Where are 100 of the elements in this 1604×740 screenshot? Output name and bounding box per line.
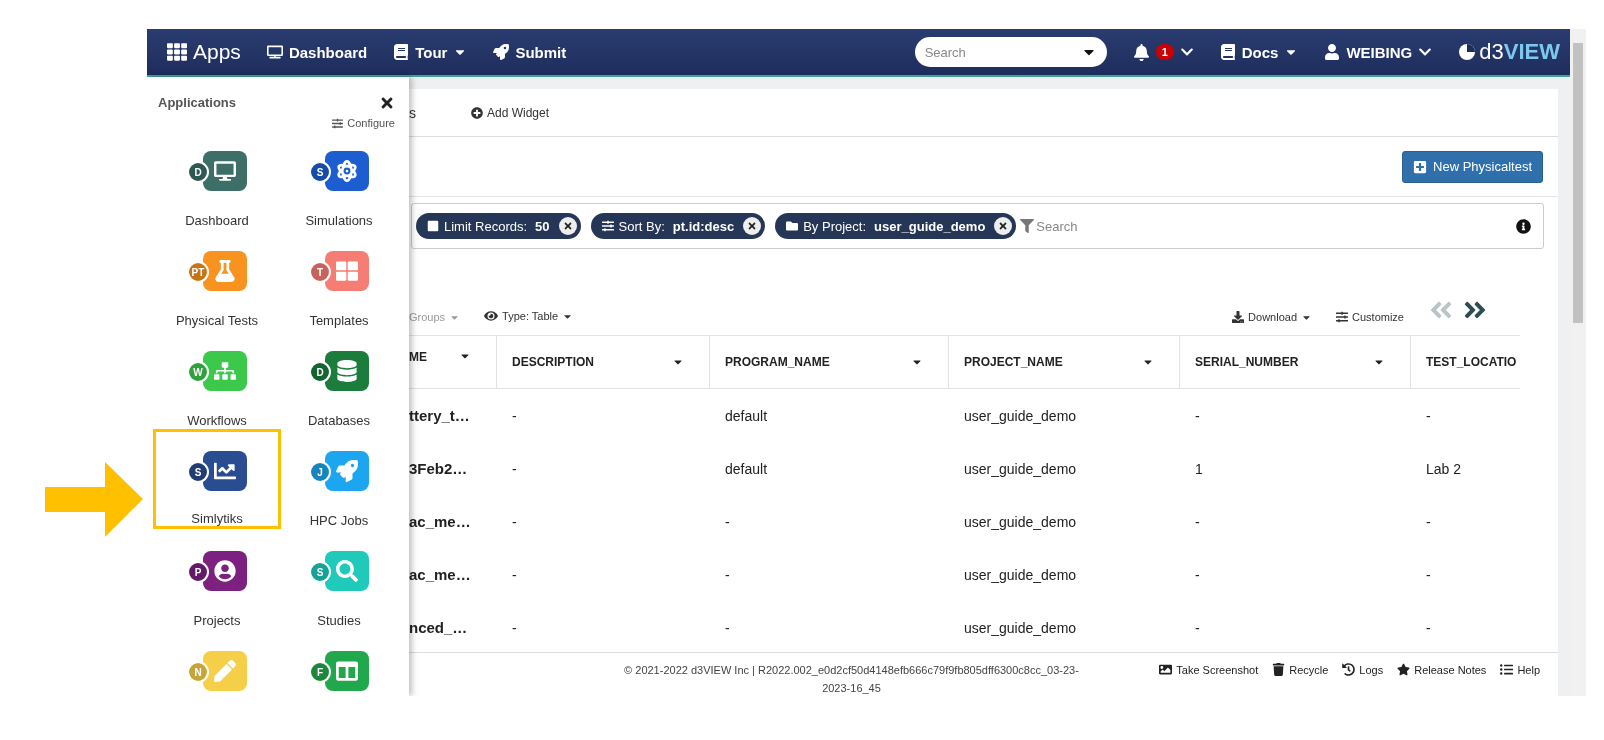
docs-menu[interactable]: Docs xyxy=(1219,43,1299,61)
app-badge: D xyxy=(309,361,331,383)
table-cell-text: - xyxy=(724,566,731,583)
app-badge: J xyxy=(309,461,331,483)
nav-link[interactable]: Tour xyxy=(393,43,468,61)
column-header[interactable]: PROJECT_NAME xyxy=(949,336,1180,389)
image-icon xyxy=(1159,663,1173,676)
notifications-button[interactable]: 1 xyxy=(1132,43,1194,61)
table-cell-text: user_guide_demo xyxy=(963,619,1078,636)
app-icon xyxy=(325,651,369,691)
table-cell-text: default xyxy=(724,407,769,424)
history-icon xyxy=(1342,663,1356,676)
app-label: Physical Tests xyxy=(175,313,259,328)
app-icon xyxy=(325,251,369,291)
info-icon[interactable] xyxy=(1516,218,1531,234)
table-cell-text: - xyxy=(1425,619,1432,636)
table-cell-text: - xyxy=(1425,513,1432,530)
app-icon xyxy=(325,151,369,191)
app-badge: P xyxy=(187,561,209,583)
configure-link[interactable]: Configure xyxy=(332,117,395,129)
app-icon xyxy=(325,551,369,591)
filter-search-field[interactable]: Search xyxy=(1020,218,1506,234)
panel-title: Applications xyxy=(158,95,236,112)
add-widget-button[interactable]: Add Widget xyxy=(471,105,550,120)
footer-link[interactable]: Help xyxy=(1500,663,1540,676)
remove-icon[interactable] xyxy=(994,217,1013,235)
notification-count: 1 xyxy=(1155,44,1174,60)
scrollbar[interactable] xyxy=(1570,29,1586,696)
eye-icon xyxy=(484,309,499,323)
table-cell-text: - xyxy=(724,513,731,530)
table-cell-text: - xyxy=(724,619,731,636)
table-cell-text: nced_… xyxy=(409,619,469,636)
logo[interactable]: d3VIEW xyxy=(1458,39,1560,65)
table-cell-text: - xyxy=(511,460,518,477)
table-cell-text: - xyxy=(511,407,518,424)
app-label: Simulations xyxy=(305,213,373,228)
table-cell-text: 1 xyxy=(1194,460,1204,477)
app-label: Studies xyxy=(317,613,361,628)
app-label: Dashboard xyxy=(185,213,249,228)
app-label: HPC Jobs xyxy=(309,513,369,528)
search-field[interactable]: Search xyxy=(914,37,1107,67)
user-menu[interactable]: WEIBING xyxy=(1324,43,1433,61)
app-badge: S xyxy=(309,161,331,183)
column-header[interactable]: SERIAL_NUMBER xyxy=(1180,336,1411,389)
tab[interactable]: s xyxy=(409,104,416,121)
app-badge: W xyxy=(187,361,209,383)
app-badge: S xyxy=(309,561,331,583)
table-cell-text: - xyxy=(1425,566,1432,583)
book-icon xyxy=(393,44,410,60)
table-cell-text: 3Feb2… xyxy=(409,460,469,477)
new-physicaltest-button[interactable]: New Physicaltest xyxy=(1402,150,1543,183)
app-tile[interactable]: S Simlytiks xyxy=(153,429,281,529)
book-icon xyxy=(1219,44,1236,60)
sliders-icon xyxy=(332,117,344,129)
copyright-text: © 2021-2022 d3VIEW Inc | R2022.002_e0d2cf50d4148efb666c79f9fb805dff6300c8cc_03-23-2023-16_45 xyxy=(624,663,1079,696)
nav-link[interactable]: Submit xyxy=(493,43,567,61)
app-icon xyxy=(203,151,247,191)
column-header[interactable]: TEST_LOCATIO xyxy=(1411,336,1520,389)
nav-link[interactable]: Dashboard xyxy=(266,43,368,61)
table-cell-text: - xyxy=(1194,619,1201,636)
app-label: Simlytiks xyxy=(191,511,243,526)
footer-link[interactable]: Logs xyxy=(1342,663,1384,676)
folder-icon xyxy=(786,220,799,232)
plus-icon xyxy=(471,106,483,119)
customize-button[interactable]: Customize xyxy=(1336,311,1404,323)
table-cell-text: - xyxy=(511,513,518,530)
table-cell-text: - xyxy=(1194,513,1201,530)
footer-link[interactable]: Recycle xyxy=(1272,663,1329,676)
column-header[interactable]: DESCRIPTION xyxy=(497,336,710,389)
checkbox-icon xyxy=(427,220,439,232)
grid-icon xyxy=(167,42,187,62)
app-label: Databases xyxy=(307,413,371,428)
footer-link[interactable]: Take Screenshot xyxy=(1159,663,1259,676)
app-badge: PT xyxy=(187,261,209,283)
remove-icon[interactable] xyxy=(558,217,577,235)
close-icon[interactable] xyxy=(379,95,395,111)
column-header[interactable]: ME xyxy=(409,336,497,389)
app-icon xyxy=(203,251,247,291)
download-menu[interactable]: Download xyxy=(1232,311,1313,323)
table-cell-text: user_guide_demo xyxy=(963,513,1078,530)
remove-icon[interactable] xyxy=(743,217,762,235)
app-label: Projects xyxy=(193,613,241,628)
apps-menu[interactable]: Apps xyxy=(167,40,241,64)
column-header[interactable]: PROGRAM_NAME xyxy=(710,336,949,389)
filter-chip[interactable]: By Project: user_guide_demo xyxy=(775,213,1017,239)
filter-chip[interactable]: Sort By: pt.id:desc xyxy=(590,213,766,239)
app-icon xyxy=(203,651,247,691)
table-cell-text: ac_me… xyxy=(409,566,472,583)
type-menu[interactable]: Type: Table xyxy=(484,309,574,323)
app-icon xyxy=(325,351,369,391)
table-cell-text: - xyxy=(511,566,518,583)
trash-icon xyxy=(1272,663,1286,676)
filter-chip[interactable]: Limit Records: 50 xyxy=(416,213,581,239)
monitor-icon xyxy=(266,44,283,60)
footer-link[interactable]: Release Notes xyxy=(1397,663,1487,676)
table-cell-text: ttery_t… xyxy=(409,407,471,424)
app-badge: T xyxy=(309,261,331,283)
app-icon xyxy=(203,551,247,591)
table-cell-text: user_guide_demo xyxy=(963,566,1078,583)
table-cell-text: - xyxy=(511,619,518,636)
